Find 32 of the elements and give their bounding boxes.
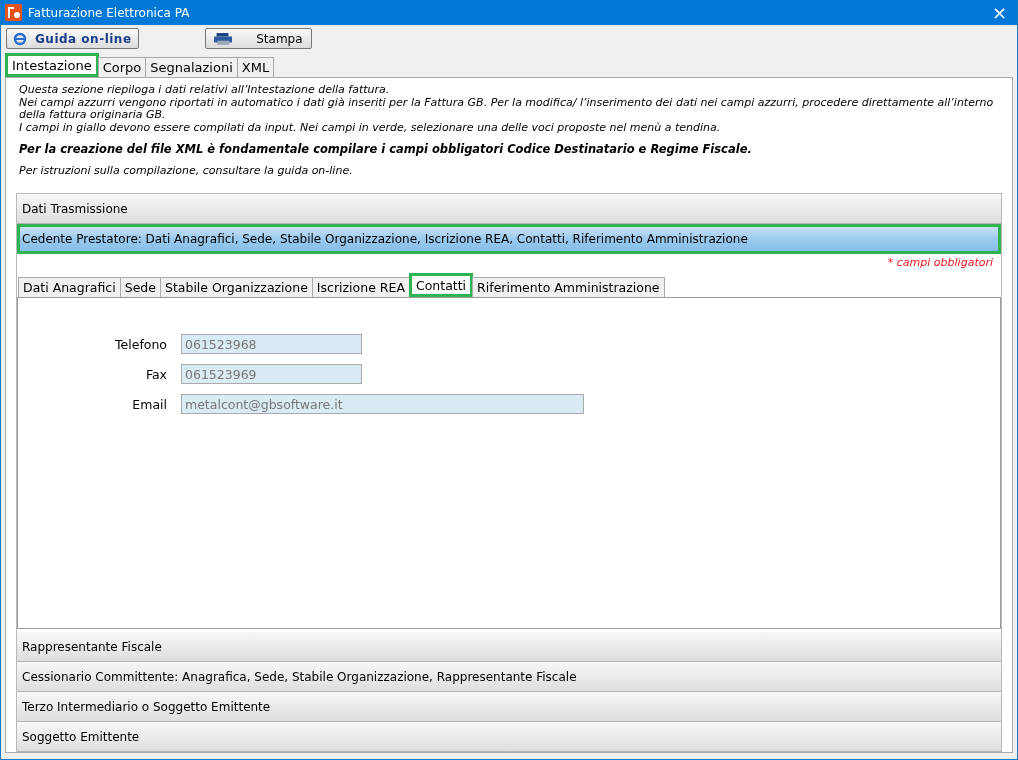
window-title: Fatturazione Elettronica PA [28,5,191,20]
instruction-text: Per istruzioni sulla compilazione, consultare la guida on-line. [19,164,354,177]
help-button[interactable]: Guida on-line [6,28,139,49]
section-header[interactable]: Dati Trasmissione [17,194,1001,224]
printer-icon [213,31,233,46]
field-label: Telefono [114,336,167,352]
field-label: Email [131,396,167,412]
close-button[interactable]: × [985,3,1013,22]
tab[interactable]: Riferimento Amministrazione [472,277,665,297]
input-field[interactable]: 061523969 [181,364,362,384]
print-button[interactable]: Stampa [204,28,312,49]
input-field[interactable]: metalcont@gbsoftware.it [181,394,584,414]
tab[interactable]: Dati Anagrafici [18,277,121,297]
tab[interactable]: Iscrizione REA [311,277,410,297]
tab[interactable]: Segnalazioni [145,57,238,77]
tab[interactable]: XML [236,57,275,77]
field-label: Fax [144,366,167,382]
tab[interactable]: Corpo [97,57,147,77]
section-header[interactable]: Soggetto Emittente [17,722,1001,752]
tab[interactable]: Stabile Organizzazione [159,277,313,297]
tab[interactable]: Sede [119,277,161,297]
section-header[interactable]: Rappresentante Fiscale [17,632,1001,662]
app-logo-icon [5,4,22,21]
section-header[interactable]: Cessionario Committente: Anagrafica, Sede, Stabile Organizzazione, Rappresentante Fiscale [17,662,1001,692]
required-note: * campi obbligatori [887,255,994,271]
instruction-text: Per la creazione del file XML è fondamentale compilare i campi obbligatori Codice Destinatario e Regime Fiscale. [19,143,753,156]
instruction-text: Questa sezione riepiloga i dati relativi all’Intestazione della fattura. Nei campi azzurri vengono riportati in automatico i dati già inseriti per la Fattura GB. Per la modifica/ l’inserimento dei dati nei campi azzurri, procedere direttamente all’interno della fattura originaria GB. I campi in giallo devono essere compilati da input. Nei campi in verde, selezionare una delle voci proposte nel menù a tendina. [19,84,995,134]
section-header[interactable]: Terzo Intermediario o Soggetto Emittente [17,692,1001,722]
tab[interactable]: Intestazione [5,53,99,77]
section-header[interactable]: Cedente Prestatore: Dati Anagrafici, Sede, Stabile Organizzazione, Iscrizione REA, Contatti, Riferimento Amministrazione [17,224,1001,254]
input-field[interactable]: 061523968 [181,334,362,354]
tab[interactable]: Contatti [408,273,474,297]
